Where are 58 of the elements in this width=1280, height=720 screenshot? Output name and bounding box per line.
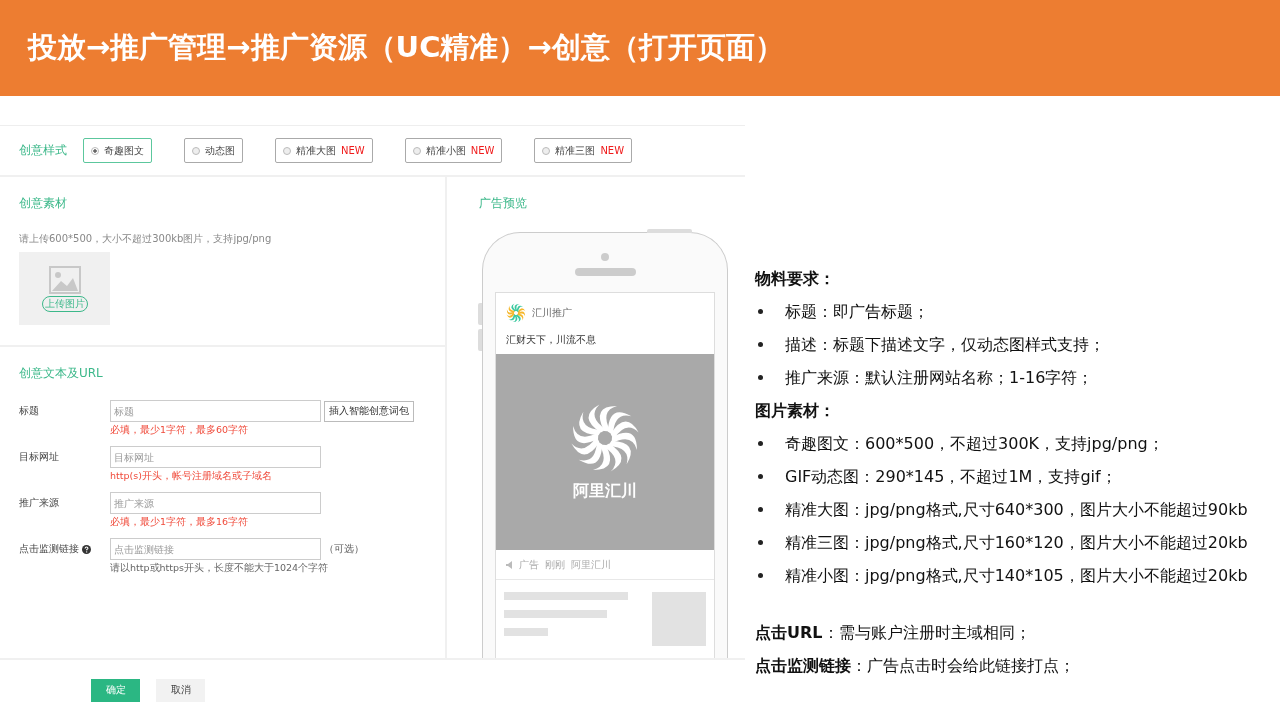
cancel-button[interactable]: 取消 bbox=[156, 678, 205, 702]
section-label: 创意样式 bbox=[19, 142, 67, 159]
camera-dot bbox=[601, 253, 609, 262]
notes-heading: 图片素材： bbox=[755, 400, 836, 422]
text-input[interactable]: 标题 bbox=[110, 400, 321, 423]
optional-note: （可选） bbox=[324, 542, 364, 557]
insert-button[interactable]: 插入智能创意词包 bbox=[324, 400, 414, 422]
bullet-dot bbox=[758, 309, 763, 314]
style-option[interactable]: 精准三图 NEW bbox=[534, 138, 633, 163]
speaker-icon bbox=[506, 560, 513, 569]
field-label: 目标网址 bbox=[19, 450, 59, 465]
section-title: 广告预览 bbox=[479, 195, 528, 213]
note-item: 精准大图：jpg/png格式,尺寸640*300，图片大小不能超过90kb bbox=[785, 499, 1249, 521]
section-title: 创意素材 bbox=[19, 195, 68, 213]
logo-icon bbox=[506, 303, 526, 324]
speaker-slot bbox=[574, 268, 636, 277]
help-icon[interactable] bbox=[82, 544, 91, 554]
note-line: 点击监测链接：广告点击时会给此链接打点； bbox=[755, 655, 1076, 677]
bullet-dot bbox=[758, 507, 763, 512]
image-caption: 阿里汇川 bbox=[573, 480, 637, 502]
bullet-dot bbox=[758, 474, 763, 479]
note-item: GIF动态图：290*145，不超过1M，支持gif； bbox=[785, 466, 1118, 488]
image-icon bbox=[48, 265, 81, 294]
note-item: 精准小图：jpg/png格式,尺寸140*105，图片大小不能超过20kb bbox=[785, 565, 1249, 587]
field-hint: http(s)开头，帐号注册域名或子域名 bbox=[110, 470, 273, 484]
field-hint: 必填，最少1字符，最多16字符 bbox=[110, 516, 250, 530]
section-title: 创意文本及URL bbox=[19, 365, 104, 383]
text-input[interactable]: 点击监测链接 bbox=[110, 538, 321, 561]
text-input[interactable]: 目标网址 bbox=[110, 446, 321, 469]
field-hint: 必填，最少1字符，最多60字符 bbox=[110, 424, 250, 438]
text-input[interactable]: 推广来源 bbox=[110, 492, 321, 515]
note-item: 推广来源：默认注册网站名称；1-16字符； bbox=[785, 367, 1095, 389]
style-option[interactable]: 精准小图 NEW bbox=[404, 138, 503, 163]
note-item: 奇趣图文：600*500，不超过300K，支持jpg/png； bbox=[785, 433, 1165, 455]
bullet-dot bbox=[758, 540, 763, 545]
style-option[interactable]: 动态图 bbox=[184, 138, 243, 163]
note-line: 点击URL：需与账户注册时主域相同； bbox=[755, 622, 1032, 644]
ad-meta: 广告 bbox=[519, 557, 539, 572]
upload-hint: 请上传600*500，大小不超过300kb图片，支持jpg/png bbox=[19, 232, 273, 247]
field-label: 标题 bbox=[19, 404, 39, 419]
account-name: 汇川推广 bbox=[532, 306, 572, 321]
style-option[interactable]: 奇趣图文 bbox=[83, 138, 152, 163]
style-option[interactable]: 精准大图 NEW bbox=[275, 138, 373, 163]
note-item: 精准三图：jpg/png格式,尺寸160*120，图片大小不能超过20kb bbox=[785, 532, 1249, 554]
bullet-dot bbox=[758, 375, 763, 380]
field-hint: 请以http或https开头，长度不能大于1024个字符 bbox=[110, 562, 330, 576]
field-label: 点击监测链接 bbox=[19, 542, 79, 557]
slide-title: 投放→推广管理→推广资源（UC精准）→创意（打开页面） bbox=[28, 29, 784, 66]
field-label: 推广来源 bbox=[19, 496, 59, 511]
ad-meta: 刚刚 bbox=[545, 557, 565, 572]
notes-heading: 物料要求： bbox=[755, 268, 836, 290]
bullet-dot bbox=[758, 441, 763, 446]
ad-headline: 汇财天下，川流不息 bbox=[505, 333, 597, 348]
bullet-dot bbox=[758, 342, 763, 347]
bullet-dot bbox=[758, 573, 763, 578]
note-item: 标题：即广告标题； bbox=[785, 301, 930, 323]
note-item: 描述：标题下描述文字，仅动态图样式支持； bbox=[785, 334, 1106, 356]
ad-meta: 阿里汇川 bbox=[571, 557, 611, 572]
